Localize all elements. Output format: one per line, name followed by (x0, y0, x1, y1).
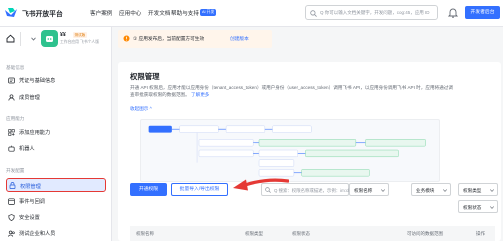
app-name: ¥¥ (60, 32, 66, 38)
column-header: 权限名称 (136, 231, 154, 236)
sidebar: ¥¥ 测试版 工作台应用 飞书个人版 基础信息 凭证与基础信息 成员管理 应用能… (0, 27, 112, 241)
sidebar-item-security[interactable]: 安全设置 (6, 211, 106, 223)
top-nav: 飞书开放平台 客户案例 应用中心 开发文档 帮助与支持 AI 开发 Q 你可以输… (0, 0, 503, 27)
publish-banner: ① 应用发布后，当前配置方可生效 创建版本 (118, 30, 272, 48)
section-basic-info: 基础信息 (6, 65, 25, 70)
learn-more-link[interactable]: 了解更多 (191, 92, 209, 97)
page-description: 开通 API 权限后，应用才能以应用身份（tenant_access_token… (130, 85, 454, 98)
events-icon (8, 197, 15, 205)
app-status-badge: 测试版 (73, 32, 87, 38)
sidebar-item-label: 添加应用能力 (19, 130, 51, 136)
bell-icon[interactable] (448, 7, 458, 18)
diagram-node-green (365, 139, 426, 147)
chevron-down-icon (443, 188, 447, 192)
sidebar-item-credentials[interactable]: 凭证与基础信息 (6, 74, 106, 86)
diagram-node-green (258, 139, 357, 147)
section-dev-config: 开发配置 (6, 168, 25, 173)
section-app-capabilities: 应用能力 (6, 116, 25, 121)
permission-flow-diagram (140, 119, 440, 182)
sidebar-item-test-org[interactable]: 测试企业和人员 (6, 227, 106, 239)
shield-icon (8, 213, 15, 221)
diagram-node (272, 125, 312, 133)
chevron-down-icon (490, 188, 494, 192)
add-capability-icon (8, 128, 15, 136)
sidebar-item-members[interactable]: 成员管理 (6, 91, 106, 103)
nav-link-app-center[interactable]: 应用中心 (119, 9, 141, 17)
banner-text: ① 应用发布后，当前配置方可生效 (133, 36, 205, 41)
diagram-node (179, 125, 219, 133)
members-icon (8, 93, 15, 101)
nav-link-docs[interactable]: 开发文档 (148, 9, 170, 17)
home-icon[interactable] (6, 34, 15, 43)
diagram-node (258, 159, 295, 167)
search-icon (265, 187, 271, 193)
sidebar-item-bot[interactable]: 机器人 (6, 142, 106, 154)
diagram-node (198, 139, 254, 147)
select-permission-name[interactable]: 权限名称 (349, 183, 389, 196)
create-version-link[interactable]: 创建版本 (230, 36, 249, 42)
sidebar-item-events[interactable]: 事件与回调 (6, 195, 106, 207)
column-header: 操作 (476, 231, 485, 236)
ai-badge[interactable]: AI 开发 (200, 8, 217, 16)
diagram-start-node (148, 125, 172, 133)
sidebar-item-label: 事件与回调 (19, 199, 45, 205)
nav-link-help[interactable]: 帮助与支持 (171, 9, 199, 17)
sidebar-item-label: 测试企业和人员 (19, 231, 56, 237)
collapse-diagram-toggle[interactable]: 收起图示 ^ (130, 106, 152, 112)
feishu-logo-icon[interactable] (4, 7, 18, 19)
search-icon (310, 9, 317, 17)
select-label: 权限名称 (354, 187, 373, 193)
credential-icon (8, 77, 15, 83)
diagram-node (258, 149, 298, 158)
page-title: 权限管理 (130, 72, 160, 81)
permissions-panel: 权限管理 开通 API 权限后，应用才能以应用身份（tenant_access_… (118, 62, 501, 241)
sidebar-item-label: 权限管理 (20, 184, 41, 190)
permission-search-input[interactable]: Q 搜索：权限名称或描述，示例：im:chat... (261, 183, 358, 196)
test-users-icon (8, 230, 15, 237)
sidebar-item-label: 凭证与基础信息 (19, 78, 56, 84)
sidebar-item-permissions[interactable]: 权限管理 (6, 178, 106, 192)
diagram-node-green (305, 149, 399, 158)
developer-console-button[interactable]: 开发者后台 (465, 6, 500, 19)
brand-title[interactable]: 飞书开放平台 (22, 8, 63, 18)
sidebar-item-label: 成员管理 (19, 95, 40, 101)
chevron-down-icon (490, 205, 494, 209)
bot-icon (8, 145, 15, 152)
app-avatar[interactable] (41, 30, 58, 47)
column-header: 可访问的数据范围 (407, 231, 443, 236)
column-header[interactable]: 权限类型 (245, 231, 263, 237)
sidebar-item-label: 安全设置 (19, 215, 40, 221)
permission-icon (9, 182, 16, 189)
app-subtitle: 工作台应用 飞书个人版 (60, 40, 100, 44)
table-header: 权限名称 权限类型 权限状态 可访问的数据范围 操作 (130, 226, 495, 241)
chevron-down-icon[interactable] (31, 37, 36, 41)
sidebar-item-label: 机器人 (19, 146, 35, 152)
search-placeholder: Q 你可以输入文档关键字，开发问题，cog:45，应用 ID (320, 10, 430, 15)
search-input[interactable]: Q 你可以输入文档关键字，开发问题，cog:45，应用 ID (305, 5, 438, 20)
nav-link-cases[interactable]: 客户案例 (90, 9, 112, 17)
diagram-node (198, 149, 254, 158)
select-permission-status[interactable]: 权限状态 (458, 200, 498, 213)
diagram-node (225, 125, 266, 133)
select-label: 业务模块 (416, 187, 435, 193)
select-label: 权限类型 (463, 187, 482, 193)
enable-permission-button[interactable]: 开通权限 (130, 183, 167, 196)
diagram-node-green (301, 169, 370, 177)
column-header[interactable]: 权限状态 (292, 231, 310, 237)
search-placeholder: Q 搜索：权限名称或描述，示例：im:chat... (274, 187, 358, 193)
divider (20, 32, 21, 46)
robot-icon (46, 36, 53, 42)
chevron-down-icon (381, 188, 385, 192)
select-label: 权限状态 (463, 204, 482, 210)
select-business-module[interactable]: 业务模块 (411, 183, 451, 196)
select-permission-type[interactable]: 权限类型 (458, 183, 498, 196)
description-text: 开通 API 权限后，应用才能以应用身份（tenant_access_token… (130, 85, 453, 97)
warning-icon (123, 35, 130, 42)
batch-import-export-button[interactable]: 批量导入/导出权限 (171, 183, 228, 196)
sidebar-item-add-capability[interactable]: 添加应用能力 (6, 126, 106, 138)
